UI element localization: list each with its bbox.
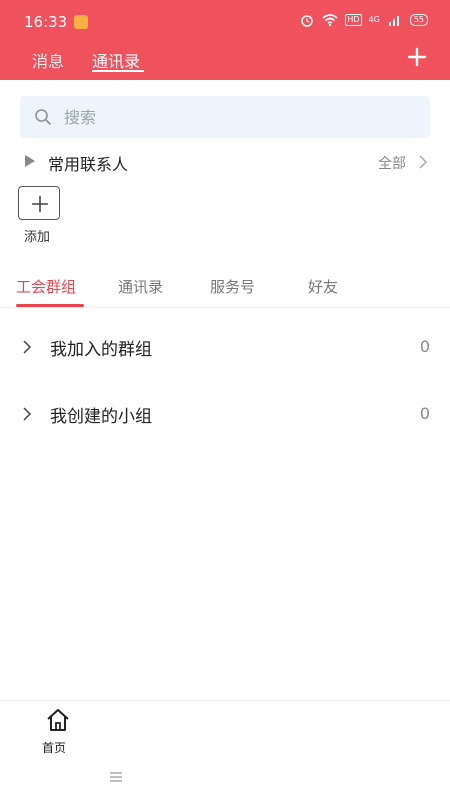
nav-home[interactable]: 首页 bbox=[38, 707, 78, 755]
add-icon[interactable] bbox=[406, 46, 428, 68]
tab-active-indicator bbox=[92, 70, 144, 72]
search-input[interactable] bbox=[64, 96, 404, 138]
chevron-right-icon bbox=[23, 407, 32, 421]
expand-triangle-icon bbox=[25, 155, 35, 167]
nav-home-label: 首页 bbox=[42, 741, 67, 755]
tab-union-groups[interactable]: 工会群组 bbox=[16, 276, 76, 297]
alarm-icon bbox=[301, 15, 314, 27]
created-groups-row[interactable]: 我创建的小组 0 bbox=[0, 390, 450, 438]
status-time: 16:33 bbox=[24, 13, 68, 31]
tab-address-book[interactable]: 通讯录 bbox=[118, 276, 163, 297]
hd-badge: HD bbox=[345, 14, 362, 26]
joined-groups-count: 0 bbox=[419, 337, 430, 356]
sub-tab-active-indicator bbox=[16, 304, 84, 307]
tab-contacts[interactable]: 通讯录 bbox=[92, 48, 140, 72]
menu-gesture-icon[interactable] bbox=[108, 770, 124, 784]
notification-icon bbox=[74, 15, 88, 29]
frequent-contacts-title: 常用联系人 bbox=[48, 155, 129, 174]
sub-tab-bar: 工会群组 通讯录 服务号 好友 bbox=[0, 270, 450, 308]
chevron-right-icon bbox=[23, 340, 32, 354]
app-header: 16:33 HD 4G 55 消息 通讯录 bbox=[0, 0, 450, 80]
add-contact-button[interactable] bbox=[18, 186, 60, 220]
tab-friends[interactable]: 好友 bbox=[308, 276, 338, 297]
tab-service-accounts[interactable]: 服务号 bbox=[210, 276, 255, 297]
network-label: 4G bbox=[368, 15, 380, 24]
view-all-link[interactable]: 全部 bbox=[378, 153, 406, 173]
plus-icon bbox=[32, 196, 48, 212]
status-icons: HD 4G 55 bbox=[299, 12, 428, 28]
created-groups-count: 0 bbox=[419, 404, 430, 423]
battery-indicator: 55 bbox=[409, 14, 428, 26]
header-tabs: 消息 通讯录 bbox=[0, 42, 450, 80]
frequent-contacts-row[interactable]: 常用联系人 全部 bbox=[0, 146, 450, 178]
home-icon bbox=[47, 709, 69, 731]
joined-groups-label: 我加入的群组 bbox=[50, 340, 152, 360]
add-contact-label: 添加 bbox=[24, 230, 51, 245]
bottom-navigation: 首页 bbox=[0, 700, 450, 800]
created-groups-label: 我创建的小组 bbox=[50, 407, 152, 427]
search-icon bbox=[35, 109, 51, 125]
signal-icon bbox=[388, 16, 399, 26]
search-bar[interactable] bbox=[20, 96, 430, 138]
status-bar: 16:33 HD 4G 55 bbox=[0, 0, 450, 42]
joined-groups-row[interactable]: 我加入的群组 0 bbox=[0, 323, 450, 371]
tab-messages[interactable]: 消息 bbox=[32, 48, 64, 72]
chevron-right-icon bbox=[419, 155, 428, 169]
wifi-icon bbox=[322, 14, 338, 27]
